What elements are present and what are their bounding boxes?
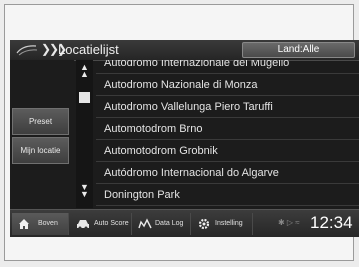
tab-boven[interactable]: Boven [12, 213, 69, 235]
header-bar: ❯❯❯ Locatielijst Land:Alle [10, 40, 359, 61]
list-item[interactable]: Autodromo Nazionale di Monza [96, 74, 359, 96]
app-logo-icon [16, 45, 38, 56]
page-title: Locatielijst [58, 42, 119, 57]
location-list: Autodromo Internazionale del Mugello Aut… [96, 60, 359, 208]
my-location-button[interactable]: Mijn locatie [12, 137, 69, 164]
scroll-up-icon[interactable]: ▲ ▲ [79, 63, 90, 79]
country-filter-button[interactable]: Land:Alle [242, 42, 355, 58]
tab-label: Data Log [155, 220, 184, 227]
scroll-down-icon[interactable]: ▼ ▼ [79, 183, 90, 199]
gear-icon [198, 218, 210, 230]
list-item[interactable]: Automotodrom Grobnik [96, 140, 359, 162]
connectivity-status-icons: ✱ ▷ ≈ [278, 218, 300, 227]
car-icon [77, 220, 89, 230]
list-item[interactable]: Autódromo Internacional do Algarve [96, 162, 359, 184]
tab-label: Instelling [215, 220, 243, 227]
tab-data-log[interactable]: Data Log [134, 213, 191, 235]
list-item[interactable]: Autodromo Internazionale del Mugello [96, 60, 359, 74]
preset-button[interactable]: Preset [12, 108, 69, 135]
clock: 12:34 [310, 213, 353, 232]
list-item[interactable]: Autodromo Vallelunga Piero Taruffi [96, 96, 359, 118]
scrollbar[interactable]: ▲ ▲ ▼ ▼ [76, 60, 93, 208]
list-item[interactable]: Automotodrom Brno [96, 118, 359, 140]
head-unit-screen: ❯❯❯ Locatielijst Land:Alle Preset Mijn l… [10, 40, 359, 237]
list-item[interactable]: Donington Park [96, 184, 359, 206]
tab-label: Auto Score [94, 220, 129, 227]
left-panel: Preset Mijn locatie [10, 60, 74, 208]
tab-auto-score[interactable]: Auto Score [72, 213, 132, 235]
tab-instelling[interactable]: Instelling [193, 213, 253, 235]
track-log-icon [138, 218, 152, 229]
home-icon [19, 219, 29, 229]
bottom-tab-bar: Boven Auto Score Data Log Instelling ✱ ▷… [10, 209, 359, 237]
scroll-thumb[interactable] [79, 92, 90, 103]
tab-label: Boven [38, 220, 58, 227]
